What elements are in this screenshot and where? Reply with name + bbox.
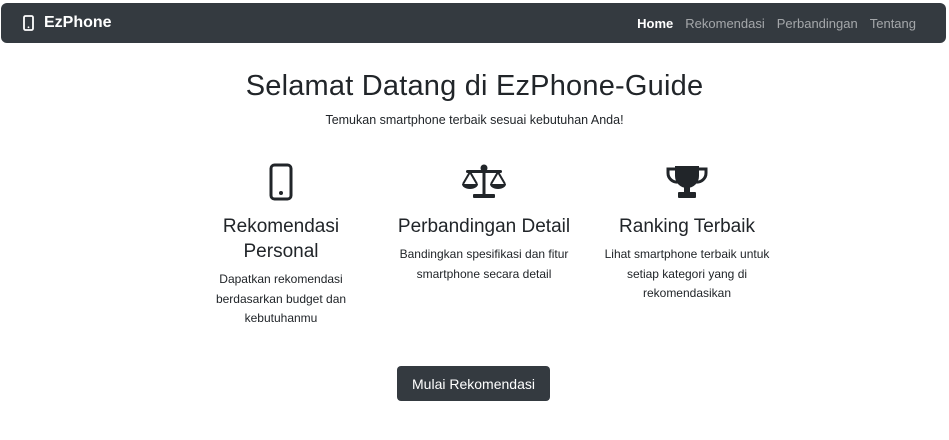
nav-link-home[interactable]: Home: [637, 16, 673, 31]
mobile-phone-icon: [186, 160, 376, 204]
nav-links: Home Rekomendasi Perbandingan Tentang: [637, 16, 916, 31]
page-title: Selamat Datang di EzPhone-Guide: [245, 70, 704, 102]
feature-title: Rekomendasi Personal: [222, 216, 340, 262]
nav-link-perbandingan[interactable]: Perbandingan: [777, 16, 858, 31]
hero-section: Selamat Datang di EzPhone-Guide Temukan …: [0, 70, 949, 127]
trophy-icon: [592, 160, 782, 204]
page-subtitle: Temukan smartphone terbaik sesuai kebutu…: [325, 113, 624, 127]
nav-link-tentang[interactable]: Tentang: [870, 16, 916, 31]
feature-description: Lihat smartphone terbaik untuk setiap ka…: [604, 247, 770, 300]
features-section: Rekomendasi Personal Dapatkan rekomendas…: [186, 160, 782, 329]
feature-card-perbandingan: Perbandingan Detail Bandingkan spesifika…: [389, 160, 579, 329]
mobile-phone-icon: [23, 15, 34, 31]
feature-description: Bandingkan spesifikasi dan fitur smartph…: [399, 247, 569, 281]
brand-name: EzPhone: [44, 14, 112, 31]
navbar-brand[interactable]: EzPhone: [23, 14, 112, 32]
start-recommendation-button[interactable]: Mulai Rekomendasi: [397, 366, 550, 401]
feature-title: Perbandingan Detail: [397, 216, 571, 237]
feature-card-ranking: Ranking Terbaik Lihat smartphone terbaik…: [592, 160, 782, 329]
feature-card-rekomendasi: Rekomendasi Personal Dapatkan rekomendas…: [186, 160, 376, 329]
balance-scale-icon: [389, 160, 579, 204]
feature-description: Dapatkan rekomendasi berdasarkan budget …: [215, 272, 347, 325]
nav-link-rekomendasi[interactable]: Rekomendasi: [685, 16, 765, 31]
navbar: EzPhone Home Rekomendasi Perbandingan Te…: [1, 3, 946, 43]
feature-title: Ranking Terbaik: [619, 216, 755, 237]
